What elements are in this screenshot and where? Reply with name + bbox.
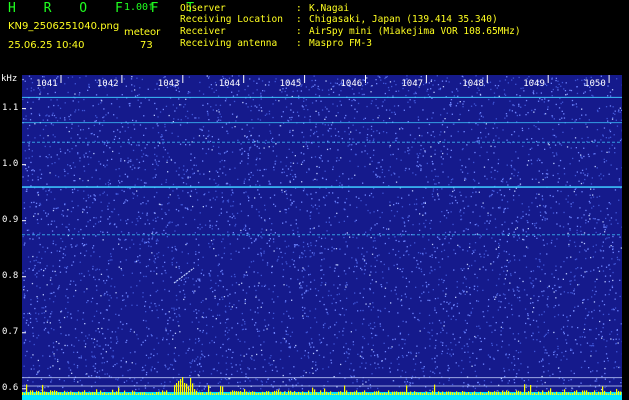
meteor-label: meteor [124, 27, 161, 38]
receiver-value: AirSpy mini (Miakejima VOR 108.65MHz) [309, 26, 521, 37]
spectrogram [22, 75, 622, 400]
location-label: Receiving Location [180, 14, 283, 25]
antenna-value: Maspro FM-3 [309, 38, 372, 49]
y-tick-label: 0.6 [2, 382, 19, 393]
x-tick-label: 1049 [523, 79, 545, 89]
x-tick-label: 1041 [36, 79, 58, 89]
y-tick-label: 0.8 [2, 270, 19, 281]
y-tick-label: 1.0 [2, 158, 19, 169]
app-title: H R O F F T [8, 1, 205, 16]
image-filename: KN9_2506251040.png [8, 21, 120, 32]
y-tick-label: 0.9 [2, 214, 19, 225]
x-tick-label: 1045 [279, 79, 302, 89]
x-tick-label: 1046 [340, 79, 363, 89]
x-tick-label: 1048 [462, 79, 484, 89]
info-separator: : [296, 26, 302, 37]
receiver-label: Receiver [180, 26, 226, 37]
info-separator: : [296, 3, 302, 14]
info-separator: : [296, 14, 302, 25]
x-tick-label: 1044 [218, 79, 241, 89]
x-tick-label: 1043 [157, 79, 180, 89]
x-tick-label: 1042 [96, 79, 119, 89]
x-tick-label: 1047 [401, 79, 424, 89]
meteor-count: 73 [140, 40, 153, 51]
observer-value: K.Nagai [309, 3, 350, 14]
observer-label: Observer [180, 3, 226, 14]
x-tick-label: 1050 [584, 79, 606, 89]
observation-datetime: 25.06.25 10:40 [8, 40, 85, 51]
info-separator: : [296, 38, 302, 49]
header-panel: H R O F F T 1.00f KN9_2506251040.png 25.… [0, 0, 629, 74]
app-version: 1.00f [124, 2, 155, 13]
y-tick-label: 1.1 [2, 102, 19, 113]
y-axis-unit: kHz [1, 74, 18, 84]
location-value: Chigasaki, Japan (139.414 35.340) [309, 14, 498, 25]
antenna-label: Receiving antenna [180, 38, 278, 49]
spectrogram-background [22, 75, 622, 400]
y-tick-label: 0.7 [2, 326, 19, 337]
